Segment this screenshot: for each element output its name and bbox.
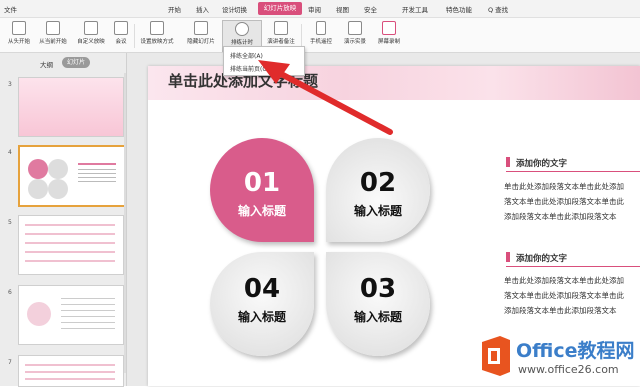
petal-number: 01 <box>243 168 281 198</box>
section-title[interactable]: 添加你的文字 <box>516 157 567 169</box>
menu-transition-visible[interactable]: 切换 <box>234 4 247 14</box>
section-marker <box>506 252 510 262</box>
slide-thumbnail-panel: 大纲 幻灯片 3 4 5 6 7 <box>0 53 127 387</box>
section-text-line[interactable]: 添加段落文本单击此添加段落文本 <box>504 303 617 318</box>
custom-show-button[interactable]: 自定义放映 <box>74 20 108 50</box>
slide-number: 7 <box>8 359 12 366</box>
setup-show-icon <box>150 21 164 35</box>
tab-slides[interactable]: 幻灯片 <box>62 57 90 68</box>
slide-number: 5 <box>8 219 12 226</box>
section-text-line[interactable]: 落文本单击此处添加段落文本单击此 <box>504 288 624 303</box>
from-start-label: 从头开始 <box>7 39 30 45</box>
slide-thumbnail-3[interactable] <box>18 77 124 137</box>
slide-thumbnail-7[interactable] <box>18 355 124 387</box>
petal-label: 输入标题 <box>353 310 402 324</box>
thumbnail-scrollbar[interactable] <box>124 73 126 373</box>
watermark-url: www.office26.com <box>518 363 619 376</box>
watermark: Office教程网 www.office26.com <box>478 330 640 386</box>
petal-02[interactable]: 02 输入标题 <box>326 138 430 242</box>
section-marker <box>506 157 510 167</box>
section-underline <box>506 266 640 267</box>
menu-devtools[interactable]: 开发工具 <box>402 4 428 14</box>
from-current-label: 从当前开始 <box>39 39 67 45</box>
slide-number: 4 <box>8 149 12 156</box>
slide-thumbnail-4[interactable] <box>18 145 126 207</box>
hide-slide-label: 隐藏幻灯片 <box>187 39 215 45</box>
section-underline <box>506 171 640 172</box>
menu-file[interactable]: 文件 <box>4 4 17 14</box>
custom-show-icon <box>84 21 98 35</box>
petal-number: 03 <box>359 274 397 304</box>
tab-outline[interactable]: 大纲 <box>40 59 53 69</box>
hide-slide-button[interactable]: 隐藏幻灯片 <box>184 20 218 50</box>
phone-icon <box>316 21 326 35</box>
notes-icon <box>274 21 288 35</box>
slide-thumbnail-5[interactable] <box>18 215 124 275</box>
menu-security[interactable]: 安全 <box>364 4 377 14</box>
petal-01[interactable]: 01 输入标题 <box>210 138 314 242</box>
petal-03[interactable]: 03 输入标题 <box>326 252 430 356</box>
section-title[interactable]: 添加你的文字 <box>516 252 567 264</box>
menu-home[interactable]: 开始 <box>168 4 181 14</box>
petal-label: 输入标题 <box>237 204 286 218</box>
menu-bar: 文件 开始 插入 设计 切换 切换 幻灯片放映 动画 审阅 视图 安全 开发工具… <box>0 0 640 18</box>
section-text-line[interactable]: 落文本单击此处添加段落文本单击此 <box>504 194 624 209</box>
meeting-label: 会议 <box>115 39 127 45</box>
petal-number: 02 <box>359 168 397 198</box>
slide-number: 6 <box>8 289 12 296</box>
petal-label: 输入标题 <box>353 204 402 218</box>
menu-search[interactable]: Q 查找 <box>488 4 508 14</box>
office-logo-icon <box>482 336 510 376</box>
menu-view[interactable]: 视图 <box>336 4 349 14</box>
stopwatch-icon <box>235 22 249 36</box>
watermark-brand: Office教程网 <box>516 340 635 362</box>
petal-number: 04 <box>243 274 281 304</box>
menu-review[interactable]: 审阅 <box>308 4 321 14</box>
custom-show-label: 自定义放映 <box>77 39 105 45</box>
meeting-icon <box>114 21 128 35</box>
record-icon <box>382 21 396 35</box>
section-text-line[interactable]: 单击此处添加段落文本单击此处添加 <box>504 273 624 288</box>
slide-number: 3 <box>8 81 12 88</box>
demo-scene-icon <box>348 21 362 35</box>
slide-thumbnail-6[interactable] <box>18 285 124 345</box>
menu-insert[interactable]: 插入 <box>196 4 209 14</box>
menu-slideshow-tab[interactable]: 幻灯片放映 <box>258 2 302 15</box>
meeting-button[interactable]: 会议 <box>104 20 138 50</box>
petal-label: 输入标题 <box>237 310 286 324</box>
ribbon-divider <box>134 24 135 48</box>
hide-slide-icon <box>194 21 208 35</box>
petal-04[interactable]: 04 输入标题 <box>210 252 314 356</box>
section-text-line[interactable]: 添加段落文本单击此添加段落文本 <box>504 209 617 224</box>
from-current-button[interactable]: 从当前开始 <box>36 20 70 50</box>
annotation-arrow-icon <box>258 60 393 135</box>
setup-show-label: 设置放映方式 <box>140 39 174 45</box>
play-current-icon <box>46 21 60 35</box>
menu-features[interactable]: 特色功能 <box>446 4 472 14</box>
setup-show-button[interactable]: 设置放映方式 <box>140 20 174 50</box>
from-start-button[interactable]: 从头开始 <box>2 20 36 50</box>
play-icon <box>12 21 26 35</box>
section-text-line[interactable]: 单击此处添加段落文本单击此处添加 <box>504 179 624 194</box>
